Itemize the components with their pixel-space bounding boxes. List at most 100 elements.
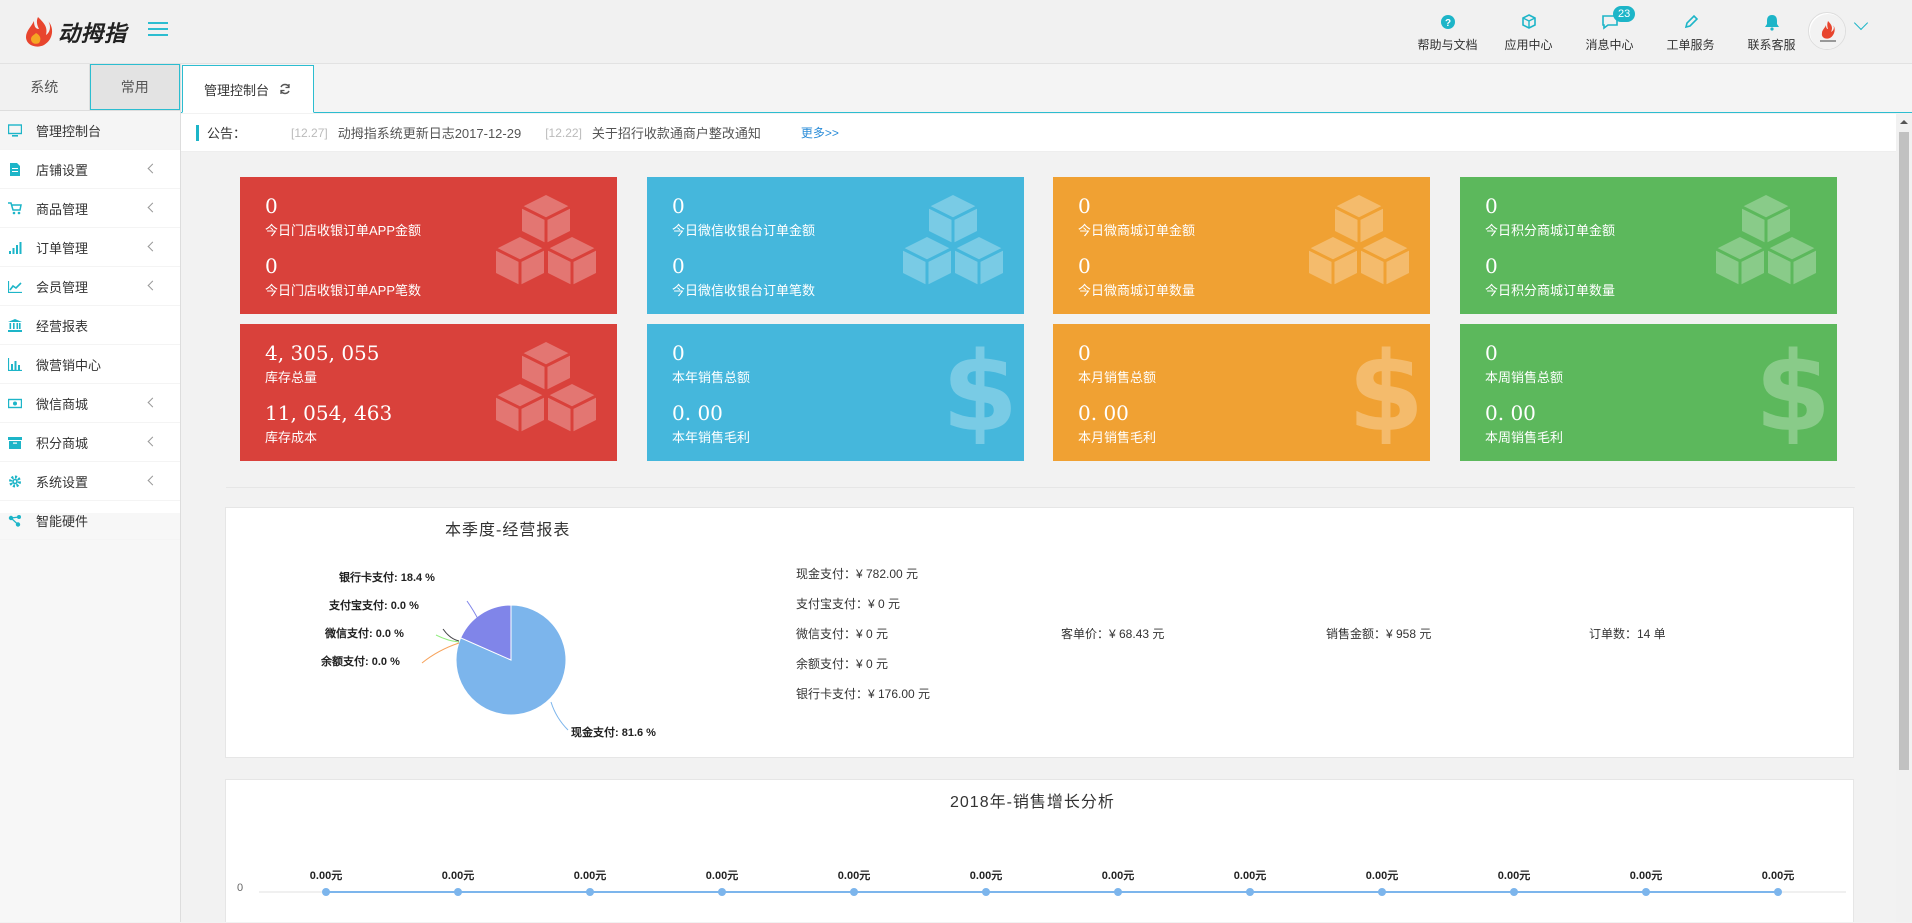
sidebar-item-points-mall[interactable]: 积分商城	[0, 423, 180, 462]
stat-value: 0	[1485, 194, 1498, 218]
data-label: 0.00元	[1762, 869, 1794, 882]
bell-icon	[1764, 15, 1779, 31]
data-label: 0.00元	[970, 869, 1002, 882]
menu-toggle-icon[interactable]	[148, 22, 168, 38]
top-nav: ? 帮助与文档 应用中心 23 消息中心 工单服务 联系客服	[1407, 6, 1812, 53]
divider	[226, 487, 1855, 488]
cubes-icon	[902, 195, 1004, 285]
data-label: 0.00元	[310, 869, 342, 882]
stat-alipay-payment: 支付宝支付：¥ 0 元	[796, 597, 901, 611]
pie-connector-line	[421, 642, 460, 664]
data-point[interactable]	[1378, 888, 1386, 896]
bar-signal-icon	[9, 242, 22, 254]
flame-logo-icon	[26, 17, 53, 47]
bar-chart-icon	[8, 358, 22, 371]
pie-connector-line	[466, 600, 480, 622]
vertical-scrollbar[interactable]	[1896, 114, 1912, 922]
stat-value: 0	[672, 254, 685, 278]
data-point[interactable]	[718, 888, 726, 896]
scroll-up-icon[interactable]	[1900, 120, 1908, 124]
stat-label: 本月销售总额	[1078, 370, 1157, 385]
sidebar-item-store-settings[interactable]: 店铺设置	[0, 150, 180, 189]
sidebar-item-console[interactable]: 管理控制台	[0, 111, 180, 150]
sidebar-item-orders[interactable]: 订单管理	[0, 228, 180, 267]
notice-link[interactable]: 关于招行收款通商户整改通知	[592, 123, 761, 142]
pie-label-cash: 现金支付: 81.6 %	[571, 727, 656, 739]
nav-label: 应用中心	[1504, 38, 1553, 52]
stat-card-wechat-cashier[interactable]: 0 今日微信收银台订单金额 0 今日微信收银台订单笔数	[647, 177, 1024, 314]
data-point[interactable]	[1114, 888, 1122, 896]
stat-label: 今日积分商城订单金额	[1485, 223, 1616, 238]
data-point[interactable]	[1510, 888, 1518, 896]
stat-card-year-sales[interactable]: 0 本年销售总额 0. 00 本年销售毛利 $	[647, 324, 1024, 461]
data-label: 0.00元	[706, 869, 738, 882]
growth-chart-panel: 2018年-销售增长分析 0 0.00元 0.00元 0.00元 0.00元 0.00元…	[225, 779, 1854, 922]
stat-value: 0. 00	[672, 401, 723, 425]
svg-text:$: $	[1761, 334, 1825, 444]
stat-sales-amount: 销售金额：¥ 958 元	[1326, 627, 1432, 641]
stat-label: 本月销售毛利	[1078, 430, 1157, 445]
stat-card-micro-mall[interactable]: 0 今日微商城订单金额 0 今日微商城订单数量	[1053, 177, 1430, 314]
data-point[interactable]	[850, 888, 858, 896]
app-center-link[interactable]: 应用中心	[1488, 10, 1569, 53]
stat-wechat-payment: 微信支付：¥ 0 元	[796, 627, 889, 641]
more-notices-link[interactable]: 更多>>	[801, 124, 839, 141]
dollar-icon: $	[1761, 334, 1825, 444]
pie-label-balance: 余额支付: 0.0 %	[321, 656, 400, 668]
data-point[interactable]	[982, 888, 990, 896]
data-point[interactable]	[1774, 888, 1782, 896]
dollar-icon: $	[1354, 334, 1418, 444]
sales-growth-line-chart: 0.00元 0.00元 0.00元 0.00元 0.00元 0.00元 0.00元 0.00元…	[259, 869, 1846, 896]
scrollbar-thumb[interactable]	[1899, 132, 1909, 770]
contact-support-link[interactable]: 联系客服	[1731, 10, 1812, 53]
help-icon: ?	[1440, 15, 1455, 29]
nav-label: 工单服务	[1666, 38, 1715, 52]
content-tab-bar: 管理控制台	[181, 64, 1912, 113]
logo[interactable]: 动拇指	[22, 12, 127, 52]
data-point[interactable]	[454, 888, 462, 896]
tab-console[interactable]: 管理控制台	[182, 65, 314, 113]
data-label: 0.00元	[1234, 869, 1266, 882]
tab-common[interactable]: 常用	[89, 64, 180, 110]
sidebar-tabs: 系统 常用	[0, 64, 180, 111]
help-docs-link[interactable]: ? 帮助与文档	[1407, 10, 1488, 53]
stat-value: 0. 00	[1078, 401, 1129, 425]
data-label: 0.00元	[1366, 869, 1398, 882]
sidebar-item-products[interactable]: 商品管理	[0, 189, 180, 228]
sidebar-menu: 管理控制台 店铺设置 商品管理 订单管理 会员管理 经营报表 微营销中心 微信商…	[0, 111, 180, 540]
nav-label: 联系客服	[1747, 38, 1796, 52]
monitor-icon	[8, 124, 22, 137]
stat-card-month-sales[interactable]: 0 本月销售总额 0. 00 本月销售毛利 $	[1053, 324, 1430, 461]
refresh-icon[interactable]	[279, 83, 291, 95]
ticket-service-link[interactable]: 工单服务	[1650, 10, 1731, 53]
sidebar-item-reports[interactable]: 经营报表	[0, 306, 180, 345]
cubes-icon	[1308, 195, 1410, 285]
sidebar-item-label: 智能硬件	[36, 513, 89, 529]
stat-value: 0	[1078, 194, 1091, 218]
data-label: 0.00元	[1630, 869, 1662, 882]
sidebar-item-wechat-mall[interactable]: 微信商城	[0, 384, 180, 423]
sidebar-item-marketing[interactable]: 微营销中心	[0, 345, 180, 384]
chevron-down-icon[interactable]	[1853, 15, 1869, 31]
cubes-icon	[495, 195, 597, 285]
stat-value: 0. 00	[1485, 401, 1536, 425]
sidebar-item-members[interactable]: 会员管理	[0, 267, 180, 306]
data-point[interactable]	[1642, 888, 1650, 896]
stat-card-week-sales[interactable]: 0 本周销售总额 0. 00 本周销售毛利 $	[1460, 324, 1837, 461]
stat-card-inventory[interactable]: 4, 305, 055 库存总量 11, 054, 463 库存成本	[240, 324, 617, 461]
sidebar-item-system-settings[interactable]: 系统设置	[0, 462, 180, 501]
sidebar-item-smart-hardware[interactable]: 智能硬件	[0, 501, 180, 540]
stat-card-store-app[interactable]: 0 今日门店收银订单APP金额 0 今日门店收银订单APP笔数	[240, 177, 617, 314]
user-avatar-icon	[1810, 14, 1845, 49]
data-point[interactable]	[322, 888, 330, 896]
message-center-link[interactable]: 23 消息中心	[1569, 6, 1650, 53]
sidebar-item-label: 店铺设置	[36, 162, 89, 178]
tab-system[interactable]: 系统	[0, 64, 90, 110]
stat-card-points-mall[interactable]: 0 今日积分商城订单金额 0 今日积分商城订单数量	[1460, 177, 1837, 314]
data-point[interactable]	[1246, 888, 1254, 896]
data-point[interactable]	[586, 888, 594, 896]
notice-link[interactable]: 动拇指系统更新日志2017-12-29	[338, 123, 522, 142]
avatar[interactable]	[1808, 12, 1846, 50]
pie-connector-line	[550, 701, 569, 731]
sidebar-item-label: 微营销中心	[36, 357, 102, 373]
